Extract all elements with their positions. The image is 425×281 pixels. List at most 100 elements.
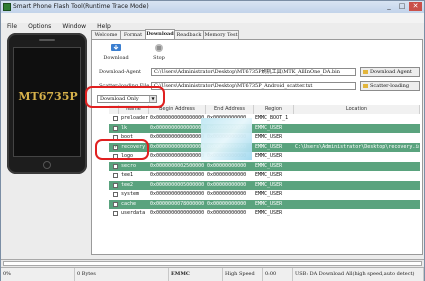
table-row[interactable]: system 0x0000000000000000 0x00000000000 EMM… (109, 190, 420, 199)
tab-memory-test[interactable]: Memory Test (203, 30, 239, 39)
row-checkbox[interactable] (113, 125, 118, 131)
cell-region: EMMC_USER (255, 191, 283, 197)
folder-icon (363, 83, 368, 88)
tab-welcome[interactable]: Welcome (91, 30, 121, 39)
tab-format[interactable]: Format (120, 30, 146, 39)
status-percent: 0% (1, 268, 75, 281)
phone-speaker (39, 39, 55, 41)
cell-location[interactable] (295, 181, 419, 190)
row-checkbox[interactable] (113, 182, 118, 188)
maximize-button[interactable]: □ (396, 2, 408, 11)
menu-options[interactable]: Options (28, 22, 51, 32)
window-title: Smart Phone Flash Tool(Runtime Trace Mod… (13, 3, 149, 10)
cell-begin: 0x0000000000000000 (150, 153, 205, 159)
row-checkbox[interactable] (113, 211, 118, 216)
chip-label: MT6735P (18, 90, 78, 103)
table-row[interactable]: tee1 0x0000000000000000 0x00000000000 EMMC_… (109, 171, 420, 180)
table-row[interactable]: secro 0x0000000002500000 0x00000000000 EMMC… (109, 161, 420, 171)
cell-location[interactable] (295, 171, 419, 180)
cell-location[interactable] (295, 200, 419, 209)
download-agent-label: Download-Agent (99, 69, 141, 75)
status-bar: 0% 0 Bytes EMMC High Speed 0:00 USB: DA … (1, 267, 424, 281)
cell-location[interactable]: C:\Users\Administrator\Desktop\recovery.… (295, 143, 419, 152)
cell-location[interactable] (295, 114, 419, 123)
close-button[interactable]: ✕ (409, 2, 422, 11)
progress-bar (3, 261, 422, 266)
app-window: Smart Phone Flash Tool(Runtime Trace Mod… (0, 0, 425, 281)
cell-location[interactable] (295, 162, 419, 171)
stop-button[interactable]: Stop (147, 43, 171, 61)
phone-illustration: MT6735P (7, 33, 87, 174)
table-row[interactable]: boot0x00000000000000000x00000000000EMMC_… (109, 133, 420, 142)
cell-location[interactable] (295, 152, 419, 161)
row-checkbox[interactable] (113, 163, 118, 169)
menu-bar: File Options Window Help (1, 13, 424, 30)
row-checkbox[interactable] (113, 173, 118, 178)
download-button[interactable]: Download (100, 43, 132, 61)
scatter-loading-button[interactable]: Scatter-loading (360, 81, 420, 91)
cell-end: 0x00000000000 (207, 200, 247, 207)
status-storage: EMMC (169, 268, 223, 281)
cell-region: EMMC_USER (255, 162, 283, 169)
cell-begin: 0x0000000000000000 (150, 191, 205, 197)
cell-begin: 0x0000000002500000 (150, 162, 205, 169)
table-row[interactable]: lk0x00000000000000000x00000000000EMMC_US… (109, 123, 420, 133)
cell-begin: 0x0000000000000000 (150, 143, 205, 150)
cell-begin: 0x0000000000000000 (150, 115, 205, 121)
header-region[interactable]: Region (254, 105, 294, 114)
tab-download[interactable]: Download (145, 29, 175, 39)
status-bytes: 0 Bytes (75, 268, 169, 281)
cell-name: tee2 (121, 181, 134, 188)
cell-region: EMMC_USER (255, 124, 283, 131)
table-row[interactable]: userdata 0x0000000000000000 0x00000000000 E… (109, 209, 420, 218)
cell-begin: 0x0000000000000000 (150, 172, 205, 178)
download-agent-path[interactable]: C:\Users\Administrator\Desktop\MT6735P刷机… (151, 68, 356, 76)
row-checkbox[interactable] (113, 201, 118, 207)
stop-icon (155, 44, 163, 52)
title-bar: Smart Phone Flash Tool(Runtime Trace Mod… (1, 1, 424, 13)
cell-begin: 0x0000000005000000 (150, 181, 205, 188)
scatter-loading-button-label: Scatter-loading (370, 83, 410, 89)
app-icon (3, 3, 11, 11)
cell-location[interactable] (295, 133, 419, 142)
download-agent-button[interactable]: Download Agent (360, 67, 420, 77)
cell-region: EMMC_USER (255, 200, 283, 207)
header-end-address[interactable]: End Address (206, 105, 254, 114)
table-row[interactable]: logo0x00000000000000000x00000000000EMMC_… (109, 152, 420, 161)
cell-location[interactable] (295, 190, 419, 199)
cell-location[interactable] (295, 124, 419, 133)
cell-name: tee1 (121, 172, 134, 178)
cell-region: EMMC_USER (255, 134, 283, 140)
row-checkbox[interactable] (113, 116, 118, 121)
cell-begin: 0x0000000000000000 (150, 210, 205, 216)
table-row[interactable]: cache 0x0000000078000000 0x00000000000 EMMC… (109, 199, 420, 209)
cell-location[interactable] (295, 209, 419, 218)
header-location[interactable]: Location (294, 105, 420, 114)
status-speed: High Speed (223, 268, 263, 281)
table-row[interactable]: preloader0x00000000000000000x00000000000… (109, 114, 420, 123)
cell-end: 0x00000000000 (207, 210, 247, 216)
menu-file[interactable]: File (7, 22, 17, 32)
cell-name: preloader (121, 115, 149, 121)
cell-region: EMMC_BOOT_1 (255, 115, 289, 121)
download-agent-button-label: Download Agent (370, 69, 412, 75)
cell-begin: 0x0000000078000000 (150, 200, 205, 207)
menu-window[interactable]: Window (62, 22, 86, 32)
cell-name: userdata (121, 210, 146, 216)
minimize-button[interactable]: _ (383, 2, 395, 11)
blurred-region (201, 118, 252, 160)
cell-end: 0x00000000000 (207, 191, 247, 197)
cell-region: EMMC_USER (255, 143, 283, 150)
cell-end: 0x00000000000 (207, 162, 247, 169)
cell-end: 0x00000000000 (207, 181, 247, 188)
table-row[interactable]: tee2 0x0000000005000000 0x00000000000 EMMC_… (109, 180, 420, 190)
cell-region: EMMC_USER (255, 181, 283, 188)
tab-readback[interactable]: Readback (174, 30, 204, 39)
stop-label: Stop (153, 55, 165, 61)
cell-name: system (121, 191, 140, 197)
scatter-file-path[interactable]: C:\Users\Administrator\Desktop\MT6735P_A… (151, 82, 356, 90)
row-checkbox[interactable] (113, 192, 118, 197)
annotation-circle-download-mode (85, 86, 165, 108)
table-row[interactable]: ✓recovery0x00000000000000000x00000000000… (109, 142, 420, 152)
cell-end: 0x00000000000 (207, 172, 247, 178)
